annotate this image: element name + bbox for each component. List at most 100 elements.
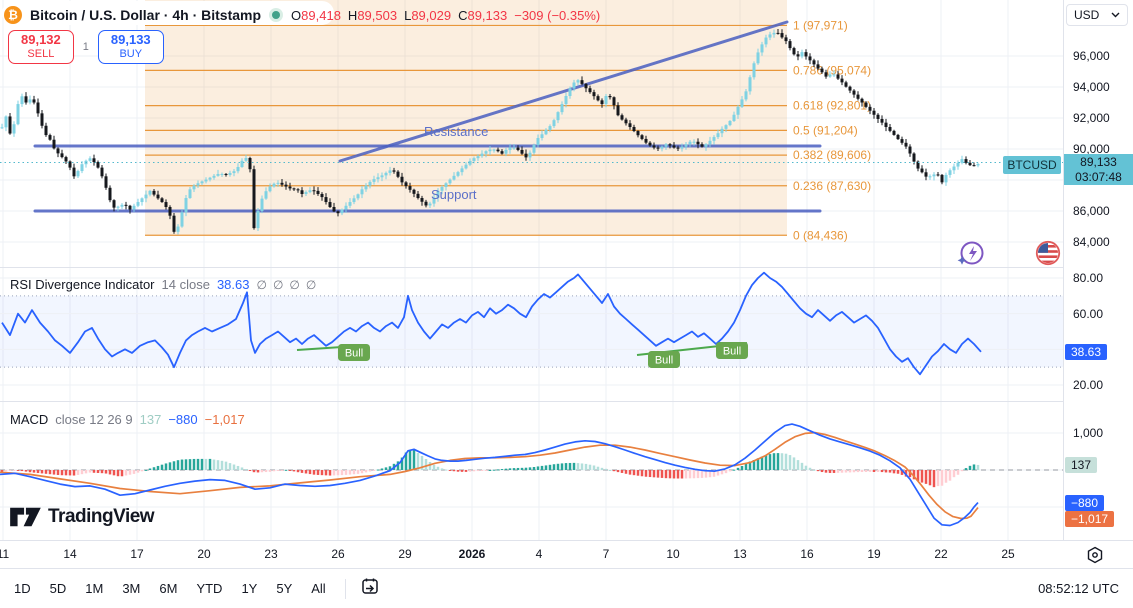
time-axis[interactable]: 11141720232629202647101316192225 bbox=[0, 540, 1133, 568]
fib-level-label: 0.236 (87,630) bbox=[793, 179, 871, 193]
candle-body bbox=[929, 176, 932, 177]
macd-histogram-bar bbox=[501, 469, 504, 470]
symbol-title: Bitcoin / U.S. Dollar · 4h · Bitstamp bbox=[30, 7, 261, 23]
macd-histogram-bar bbox=[773, 453, 776, 470]
candle-body bbox=[413, 190, 416, 194]
candle-body bbox=[781, 33, 784, 37]
macd-histogram-bar bbox=[841, 470, 844, 473]
candle-body bbox=[393, 170, 396, 171]
macd-histogram-bar bbox=[601, 468, 604, 470]
macd-histogram-bar bbox=[933, 470, 936, 487]
currency-selector[interactable]: USD bbox=[1066, 4, 1128, 26]
macd-histogram-bar bbox=[925, 470, 928, 484]
macd-histogram-bar bbox=[285, 470, 288, 471]
ohlc-values: O89,418 H89,503 L89,029 C89,133 −309 (−0… bbox=[291, 8, 600, 23]
candle-body bbox=[461, 168, 464, 172]
macd-histogram-bar bbox=[321, 470, 324, 475]
candle-body bbox=[953, 167, 956, 171]
candle-body bbox=[657, 148, 660, 149]
range-button-5y[interactable]: 5Y bbox=[276, 581, 292, 596]
tradingview-logo-text: TradingView bbox=[48, 506, 154, 528]
sell-button[interactable]: 89,132 SELL bbox=[8, 30, 74, 64]
macd-histogram-bar bbox=[957, 470, 960, 475]
macd-title: MACD bbox=[10, 412, 48, 427]
macd-histogram-bar bbox=[305, 470, 308, 473]
candle-body bbox=[521, 150, 524, 154]
macd-histogram-bar bbox=[745, 464, 748, 470]
date-tick-label: 4 bbox=[536, 547, 543, 561]
range-button-1d[interactable]: 1D bbox=[14, 581, 31, 596]
candle-body bbox=[837, 74, 840, 78]
macd-histogram-bar bbox=[465, 470, 468, 472]
bitcoin-icon: ₿ bbox=[4, 6, 22, 24]
candle-body bbox=[545, 130, 548, 134]
candle-body bbox=[369, 182, 372, 186]
range-button-1m[interactable]: 1M bbox=[85, 581, 103, 596]
macd-histogram-bar bbox=[737, 468, 740, 470]
support-label[interactable]: Support bbox=[431, 187, 477, 202]
macd-histogram-bar bbox=[521, 468, 524, 470]
macd-histogram-bar bbox=[825, 470, 828, 473]
candle-body bbox=[561, 104, 564, 112]
macd-histogram-bar bbox=[269, 470, 272, 472]
macd-histogram-bar bbox=[21, 470, 24, 471]
candle-body bbox=[905, 143, 908, 147]
tradingview-logo[interactable]: TradingView bbox=[8, 504, 154, 530]
macd-histogram-bar bbox=[325, 470, 328, 475]
price-axis-label: 84,000 bbox=[1073, 235, 1110, 249]
symbol-price-chip[interactable]: BTCUSD bbox=[1003, 156, 1061, 174]
high-value: 89,503 bbox=[357, 8, 397, 23]
rsi-indicator-header[interactable]: RSI Divergence Indicator 14 close 38.63 … bbox=[10, 277, 322, 292]
candle-body bbox=[857, 95, 860, 99]
candle-body bbox=[921, 169, 924, 173]
macd-params: close 12 26 9 bbox=[55, 412, 132, 427]
candle-body bbox=[101, 168, 104, 177]
macd-histogram-bar bbox=[197, 459, 200, 470]
pane-separator[interactable] bbox=[0, 401, 1133, 402]
macd-histogram-bar bbox=[741, 466, 744, 470]
symbol-legend[interactable]: ₿ Bitcoin / U.S. Dollar · 4h · Bitstamp … bbox=[4, 3, 600, 27]
macd-histogram-bar bbox=[201, 459, 204, 470]
candle-body bbox=[385, 173, 388, 175]
range-button-3m[interactable]: 3M bbox=[122, 581, 140, 596]
tradingview-logo-glyph bbox=[8, 504, 42, 530]
macd-histogram-bar bbox=[17, 470, 20, 471]
hexagon-settings-icon[interactable] bbox=[1086, 546, 1104, 569]
trade-widget: 89,132 SELL 1 89,133 BUY bbox=[8, 30, 164, 64]
range-button-ytd[interactable]: YTD bbox=[196, 581, 222, 596]
candle-body bbox=[541, 134, 544, 138]
macd-histogram-bar bbox=[109, 470, 112, 474]
macd-histogram-bar bbox=[661, 470, 664, 478]
fib-level-label: 0.382 (89,606) bbox=[793, 148, 871, 162]
candle-body bbox=[513, 148, 516, 149]
us-flag-icon[interactable] bbox=[1035, 240, 1061, 271]
candle-body bbox=[193, 186, 196, 190]
candle-body bbox=[21, 96, 24, 104]
range-button-5d[interactable]: 5D bbox=[50, 581, 67, 596]
buy-button[interactable]: 89,133 BUY bbox=[98, 30, 164, 64]
range-button-6m[interactable]: 6M bbox=[159, 581, 177, 596]
macd-histogram-bar bbox=[961, 470, 964, 471]
macd-histogram-bar bbox=[529, 467, 532, 470]
range-button-all[interactable]: All bbox=[311, 581, 325, 596]
macd-indicator-header[interactable]: MACD close 12 26 9 137 −880 −1,017 bbox=[10, 412, 245, 427]
macd-histogram-bar bbox=[117, 470, 120, 476]
spark-lightning-icon[interactable] bbox=[956, 240, 986, 271]
candle-body bbox=[73, 168, 76, 177]
macd-histogram-bar bbox=[549, 465, 552, 470]
resistance-label[interactable]: Resistance bbox=[424, 124, 488, 139]
macd-histogram-bar bbox=[625, 470, 628, 474]
change-value: −309 (−0.35%) bbox=[514, 8, 600, 23]
go-to-date-icon[interactable] bbox=[360, 576, 380, 601]
macd-histogram-bar bbox=[101, 470, 104, 473]
date-tick-label: 19 bbox=[867, 547, 880, 561]
candle-body bbox=[481, 154, 484, 156]
price-axis[interactable]: 96,00094,00092,00090,00086,00084,00089,1… bbox=[1063, 0, 1133, 540]
range-button-1y[interactable]: 1Y bbox=[241, 581, 257, 596]
macd-histogram-bar bbox=[49, 470, 52, 474]
fib-level-label: 0.786 (95,074) bbox=[793, 63, 871, 77]
candle-body bbox=[361, 189, 364, 194]
macd-histogram-bar bbox=[469, 470, 472, 472]
candle-body bbox=[937, 174, 940, 175]
macd-histogram-bar bbox=[657, 470, 660, 478]
